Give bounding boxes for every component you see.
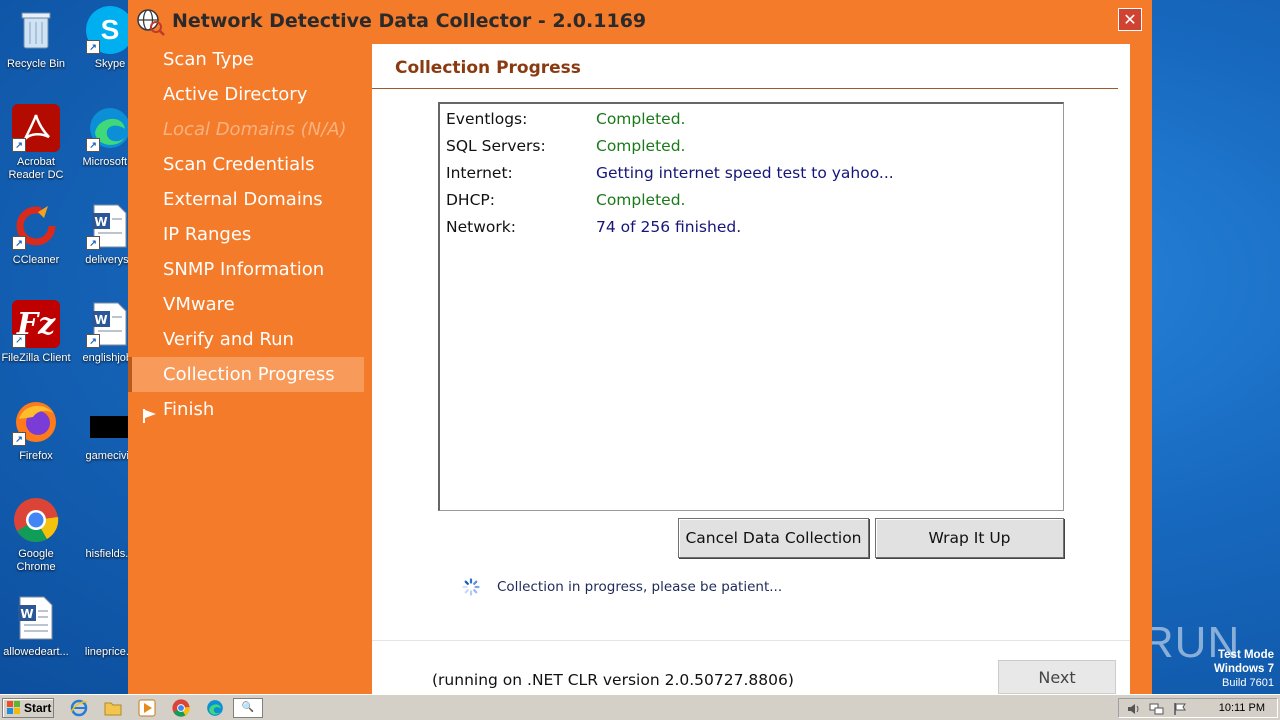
recycle-bin-shortcut[interactable]: Recycle Bin: [0, 6, 74, 71]
desktop-icon-label: allowedeart...: [3, 646, 69, 658]
nav-item-external-domains[interactable]: External Domains: [128, 182, 368, 217]
nav-item-scan-type[interactable]: Scan Type: [128, 42, 368, 77]
volume-icon[interactable]: [1127, 701, 1141, 720]
status-value: Getting internet speed test to yahoo...: [596, 164, 894, 182]
chrome-taskbar-icon[interactable]: [170, 698, 192, 718]
word-doc-icon: W ↗: [86, 300, 134, 348]
nav-item-snmp-information[interactable]: SNMP Information: [128, 252, 368, 287]
desktop-icon-label: Recycle Bin: [6, 58, 66, 70]
desktop-icon-label: Firefox: [19, 450, 53, 462]
taskbar-clock[interactable]: 10:11 PM: [1219, 702, 1265, 714]
skype-icon: S ↗: [86, 6, 134, 54]
svg-text:W: W: [94, 215, 107, 229]
windows-logo-icon: [7, 701, 21, 715]
nav-item-collection-progress[interactable]: Collection Progress: [128, 357, 364, 392]
window-title: Network Detective Data Collector - 2.0.1…: [172, 10, 647, 32]
ccleaner-icon: ↗: [12, 202, 60, 250]
title-divider: [372, 88, 1118, 89]
start-label: Start: [24, 701, 52, 715]
status-key: Network:: [446, 218, 516, 236]
allowedeart-shortcut[interactable]: W allowedeart...: [0, 594, 74, 659]
app-window: Network Detective Data Collector - 2.0.1…: [128, 0, 1152, 694]
blank-file-icon: [86, 496, 134, 544]
acrobat-shortcut[interactable]: ↗ Acrobat Reader DC: [0, 104, 74, 182]
recycle-bin-icon: [12, 6, 60, 54]
flag-icon: [142, 401, 158, 423]
desktop-icon-label: Acrobat Reader DC: [8, 156, 64, 181]
svg-text:W: W: [20, 607, 33, 621]
status-value: Completed.: [596, 110, 686, 128]
chrome-icon: [12, 496, 60, 544]
desktop-icon-label: Google Chrome: [16, 548, 56, 573]
nav-item-ip-ranges[interactable]: IP Ranges: [128, 217, 368, 252]
nav-item-local-domains: Local Domains (N/A): [163, 119, 347, 140]
edge-icon: ↗: [86, 104, 134, 152]
network-globe-icon: [136, 8, 165, 36]
filezilla-shortcut[interactable]: Fz ↗ FileZilla Client: [0, 300, 74, 365]
wizard-nav: Scan Type Active Directory Local Domains…: [128, 42, 368, 427]
status-row-network: Network: 74 of 256 finished.: [446, 214, 1046, 241]
chrome-shortcut[interactable]: Google Chrome: [0, 496, 74, 574]
wrap-it-up-button[interactable]: Wrap It Up: [875, 518, 1064, 558]
ccleaner-shortcut[interactable]: ↗ CCleaner: [0, 202, 74, 267]
explorer-folder-icon[interactable]: [102, 698, 124, 718]
status-row-eventlogs: Eventlogs: Completed.: [446, 106, 1046, 133]
firefox-icon: ↗: [12, 398, 60, 446]
test-mode-notice: Test Mode Windows 7 Build 7601: [1214, 648, 1274, 690]
next-button[interactable]: Next: [998, 660, 1116, 694]
spinner-icon: [462, 578, 480, 596]
nav-item-scan-credentials[interactable]: Scan Credentials: [128, 147, 368, 182]
acrobat-icon: ↗: [12, 104, 60, 152]
cancel-data-collection-button[interactable]: Cancel Data Collection: [678, 518, 869, 558]
desktop-icon-label: CCleaner: [12, 254, 60, 266]
status-key: DHCP:: [446, 191, 495, 209]
ie-icon[interactable]: [68, 698, 90, 718]
taskbar: Start 🔍 10:11 PM: [0, 694, 1280, 720]
blank-file-icon: [86, 594, 134, 642]
filezilla-icon: Fz ↗: [12, 300, 60, 348]
system-tray: 10:11 PM: [1118, 698, 1278, 718]
status-value: Completed.: [596, 137, 686, 155]
nav-item-verify-and-run[interactable]: Verify and Run: [128, 322, 368, 357]
status-row-dhcp: DHCP: Completed.: [446, 187, 1046, 214]
svg-text:W: W: [94, 313, 107, 327]
status-key: Eventlogs:: [446, 110, 528, 128]
nav-item-active-directory[interactable]: Active Directory: [128, 77, 368, 112]
windows-version-line: Windows 7: [1214, 663, 1274, 675]
title-bar[interactable]: Network Detective Data Collector - 2.0.1…: [128, 0, 1152, 42]
nav-item-finish-label: Finish: [163, 399, 215, 420]
page-title: Collection Progress: [395, 58, 581, 78]
test-mode-line: Test Mode: [1217, 649, 1274, 661]
status-key: Internet:: [446, 164, 513, 182]
status-key: SQL Servers:: [446, 137, 546, 155]
desktop-icon-label: FileZilla Client: [1, 352, 71, 364]
start-button[interactable]: Start: [2, 698, 54, 718]
nav-item-vmware[interactable]: VMware: [128, 287, 368, 322]
firefox-shortcut[interactable]: ↗ Firefox: [0, 398, 74, 463]
status-value: Completed.: [596, 191, 686, 209]
black-file-icon: [86, 398, 134, 446]
nav-item-finish[interactable]: Finish: [128, 392, 368, 427]
progress-message: Collection in progress, please be patien…: [497, 579, 783, 595]
status-list: Eventlogs: Completed. SQL Servers: Compl…: [438, 102, 1064, 511]
word-doc-icon: W ↗: [86, 202, 134, 250]
footer-divider: [372, 640, 1130, 641]
clr-version-text: (running on .NET CLR version 2.0.50727.8…: [432, 671, 794, 689]
taskbar-search-icon[interactable]: 🔍: [233, 698, 263, 718]
close-button[interactable]: ✕: [1118, 8, 1142, 31]
build-line: Build 7601: [1222, 677, 1274, 689]
edge-taskbar-icon[interactable]: [204, 698, 226, 718]
content-panel: Collection Progress Eventlogs: Completed…: [372, 44, 1130, 694]
action-center-flag-icon[interactable]: [1173, 701, 1187, 720]
status-row-internet: Internet: Getting internet speed test to…: [446, 160, 1046, 187]
network-tray-icon[interactable]: [1149, 701, 1165, 720]
status-value: 74 of 256 finished.: [596, 218, 742, 236]
status-row-sql-servers: SQL Servers: Completed.: [446, 133, 1046, 160]
word-doc-icon: W: [12, 594, 60, 642]
media-player-icon[interactable]: [136, 698, 158, 718]
